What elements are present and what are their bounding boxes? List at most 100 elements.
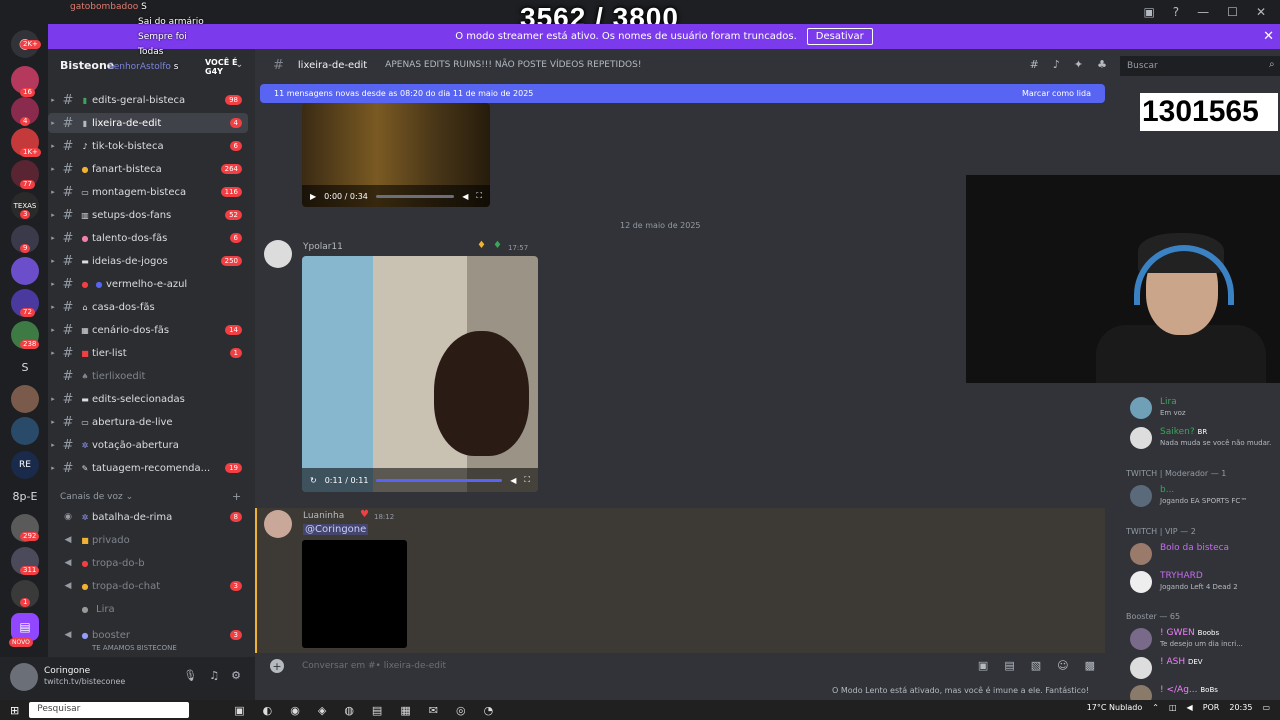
channel-item[interactable]: ▸ # ✎ tatuagem-recomenda... 19 xyxy=(48,458,248,478)
message-author[interactable]: Ypolar11 xyxy=(303,242,343,252)
server-letter[interactable]: 8p-E xyxy=(11,490,39,503)
emoji-icon[interactable]: ☺ xyxy=(1057,659,1068,672)
weather-widget[interactable]: 17°C Nublado xyxy=(1087,703,1143,712)
gamepad-icon: ▬ xyxy=(81,256,89,266)
pin-icon[interactable]: ✦ xyxy=(1074,58,1083,71)
outlook-icon[interactable]: ✉ xyxy=(429,704,438,717)
voice-user-item[interactable]: ● Lira xyxy=(48,599,248,619)
mark-as-read-button[interactable]: Marcar como lida xyxy=(1022,89,1091,98)
notification-icon[interactable]: ▭ xyxy=(1262,703,1270,712)
channel-item[interactable]: ▸ # ▮ edits-geral-bisteca 98 xyxy=(48,90,248,110)
avatar xyxy=(1130,543,1152,565)
volume-icon[interactable]: ◀ xyxy=(510,476,516,485)
voice-channel-item[interactable]: ◀ ■ privado xyxy=(48,530,248,550)
store-icon[interactable]: ▦ xyxy=(400,704,410,717)
channel-item[interactable]: ▸ # ✲ votação-abertura xyxy=(48,435,248,455)
server-letter[interactable]: S xyxy=(11,361,39,374)
channel-item[interactable]: # ♠ tierlixoedit xyxy=(48,366,248,386)
taskbar-search[interactable]: Pesquisar xyxy=(29,702,190,718)
channel-item[interactable]: ▸ # ■ tier-list 1 xyxy=(48,343,248,363)
message-author[interactable]: Luaninha xyxy=(303,511,344,521)
search-input[interactable]: Buscar xyxy=(1120,56,1280,76)
steam-icon[interactable]: ◎ xyxy=(456,704,466,717)
channel-item[interactable]: ▸ # ▦ cenário-dos-fãs 14 xyxy=(48,320,248,340)
server-icon[interactable] xyxy=(11,417,39,445)
voice-channel-item[interactable]: ◉ ✲ batalha-de-rima 8 xyxy=(48,507,248,527)
members-icon[interactable]: ♣ xyxy=(1097,58,1107,71)
channel-item[interactable]: ▸ # ♪ tik-tok-bisteca 6 xyxy=(48,136,248,156)
tray-chevron-icon[interactable]: ⌃ xyxy=(1152,703,1159,712)
windows-start-icon[interactable]: ⊞ xyxy=(10,704,19,717)
channel-badge: 98 xyxy=(225,95,242,105)
voice-category-label[interactable]: Canais de voz ⌄ xyxy=(60,492,133,502)
voice-channel-item[interactable]: ◀ ● tropa-do-b xyxy=(48,553,248,573)
close-icon[interactable]: ✕ xyxy=(1263,29,1274,44)
task-view-icon[interactable]: ▣ xyxy=(234,704,244,717)
app-icon[interactable]: ◈ xyxy=(318,704,326,717)
language-indicator[interactable]: POR xyxy=(1203,703,1220,712)
ballot-icon: ✲ xyxy=(81,440,89,450)
network-icon[interactable]: ◫ xyxy=(1169,703,1177,712)
play-icon[interactable]: ▶ xyxy=(310,192,316,201)
maximize-icon[interactable]: ☐ xyxy=(1227,5,1238,19)
replay-icon[interactable]: ↻ xyxy=(310,476,317,485)
chat-header: # lixeira-de-edit APENAS EDITS RUINS!!! … xyxy=(255,49,1115,81)
channel-item[interactable]: ▸ # ⌂ casa-dos-fãs xyxy=(48,297,248,317)
channel-item[interactable]: ▸ # ▬ ideias-de-jogos 250 xyxy=(48,251,248,271)
server-icon[interactable] xyxy=(11,257,39,285)
message-input[interactable]: Conversar em #• lixeira-de-edit xyxy=(302,661,446,671)
sticker-icon[interactable]: ▧ xyxy=(1031,659,1041,672)
avatar[interactable] xyxy=(264,240,292,268)
clock[interactable]: 20:35 xyxy=(1229,703,1252,712)
minimize-icon[interactable]: — xyxy=(1197,5,1209,19)
volume-tray-icon[interactable]: ◀ xyxy=(1187,703,1193,712)
channel-name: cenário-dos-fãs xyxy=(92,324,170,336)
obs-icon[interactable]: ◔ xyxy=(484,704,494,717)
microphone-icon[interactable]: 🎙 xyxy=(183,669,197,682)
video-attachment[interactable]: ▶ 0:00 / 0:34 ◀ ⛶ xyxy=(302,103,490,207)
file-explorer-icon[interactable]: ▤ xyxy=(372,704,382,717)
channel-item[interactable]: ▸ # ▬ edits-selecionadas xyxy=(48,389,248,409)
video-progress[interactable] xyxy=(375,194,455,198)
channel-item[interactable]: ▸ # ● ● vermelho-e-azul xyxy=(48,274,248,294)
video-attachment[interactable]: ↻ 0:11 / 0:11 ◀ ⛶ xyxy=(302,256,538,492)
threads-icon[interactable]: # xyxy=(1030,58,1039,71)
edge-icon[interactable]: ◐ xyxy=(263,704,273,717)
image-attachment[interactable] xyxy=(302,540,407,648)
twitch-server-icon[interactable]: ▤ xyxy=(11,613,39,641)
discord-icon[interactable]: ◍ xyxy=(344,704,354,717)
voice-channel-item[interactable]: ◀ ● tropa-do-chat 3 xyxy=(48,576,248,596)
headphones-icon[interactable]: ♫ xyxy=(209,669,219,682)
gift-icon[interactable]: ▣ xyxy=(978,659,988,672)
server-icon[interactable] xyxy=(11,385,39,413)
add-attachment-icon[interactable]: + xyxy=(270,659,284,673)
video-progress[interactable] xyxy=(376,478,503,482)
gear-icon[interactable]: ⚙ xyxy=(231,669,241,682)
add-channel-icon[interactable]: + xyxy=(232,490,241,503)
channel-item-active[interactable]: ▸ # ▮ lixeira-de-edit 4 xyxy=(48,113,248,133)
server-icon[interactable]: RE xyxy=(11,451,39,479)
bell-icon[interactable]: ♪ xyxy=(1053,58,1060,71)
user-mention[interactable]: @Coringone xyxy=(303,524,369,535)
app-launcher-icon[interactable]: ▩ xyxy=(1085,659,1095,672)
new-messages-bar[interactable]: 11 mensagens novas desde as 08:20 do dia… xyxy=(260,84,1105,103)
voice-channel-item[interactable]: ◀ ● booster 3 xyxy=(48,625,248,645)
channel-item[interactable]: ▸ # ● talento-dos-fãs 6 xyxy=(48,228,248,248)
volume-icon[interactable]: ◀ xyxy=(462,192,468,201)
disable-streamer-button[interactable]: Desativar xyxy=(806,28,873,45)
message-input-bar: + Conversar em #• lixeira-de-edit ▣ ▤ ▧ … xyxy=(262,654,1107,678)
gif-icon[interactable]: ▤ xyxy=(1004,659,1014,672)
avatar[interactable] xyxy=(10,663,38,691)
fullscreen-icon[interactable]: ⛶ xyxy=(476,191,482,201)
close-window-icon[interactable]: ✕ xyxy=(1256,5,1266,19)
channel-item[interactable]: ▸ # ● fanart-bisteca 264 xyxy=(48,159,248,179)
channel-name: fanart-bisteca xyxy=(92,163,162,175)
fullscreen-icon[interactable]: ⛶ xyxy=(524,475,530,485)
avatar[interactable] xyxy=(264,510,292,538)
channel-item[interactable]: ▸ # ▭ abertura-de-live xyxy=(48,412,248,432)
help-icon[interactable]: ? xyxy=(1173,5,1179,19)
inbox-icon[interactable]: ▣ xyxy=(1143,5,1154,19)
channel-item[interactable]: ▸ # ▭ montagem-bisteca 116 xyxy=(48,182,248,202)
channel-item[interactable]: ▸ # ▥ setups-dos-fans 52 xyxy=(48,205,248,225)
chrome-icon[interactable]: ◉ xyxy=(290,704,300,717)
